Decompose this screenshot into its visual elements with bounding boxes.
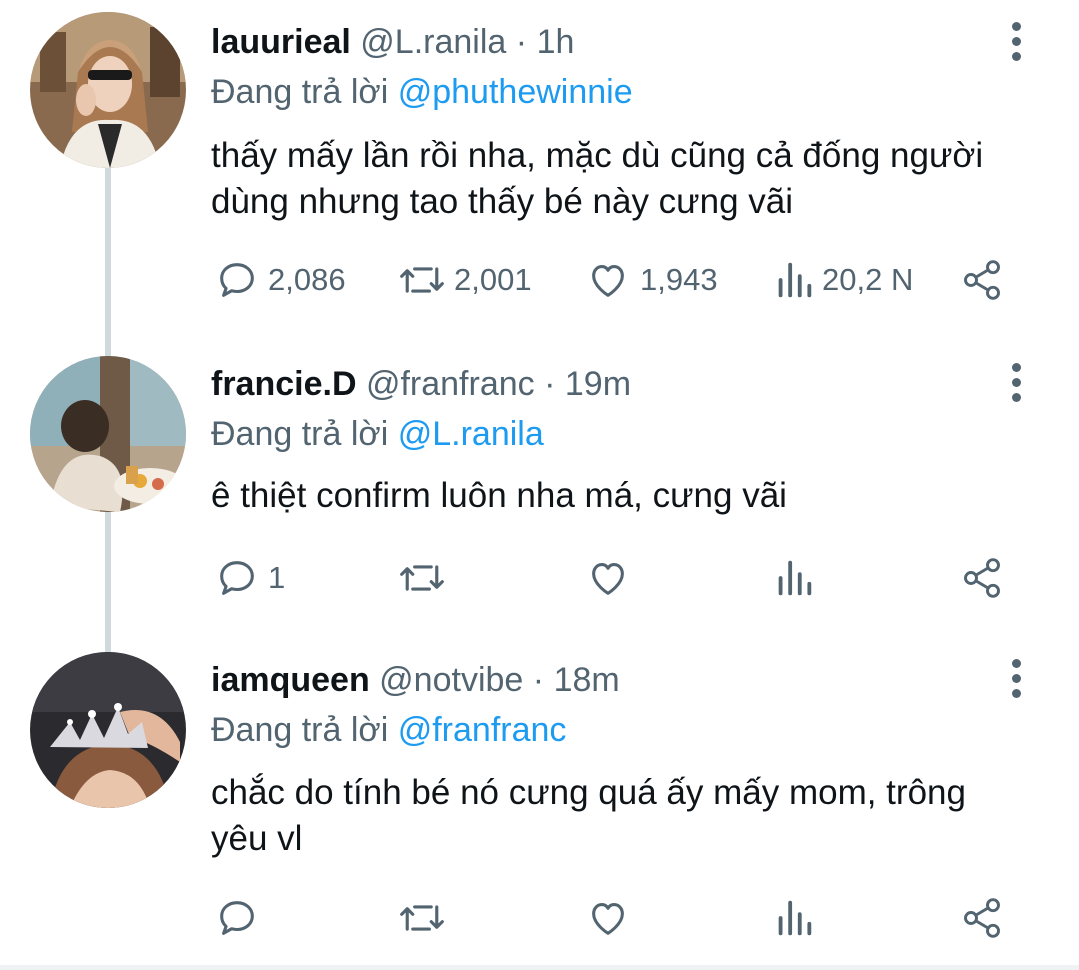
tweet-text-line: dùng nhưng tao thấy bé này cưng vãi xyxy=(211,182,793,221)
reply-mention-link[interactable]: @L.ranila xyxy=(398,415,544,453)
tweet-header: lauurieal @L.ranila · 1h xyxy=(211,22,574,62)
replying-to: Đang trả lời @franfranc xyxy=(211,710,566,750)
tweet-header: francie.D @franfranc · 19m xyxy=(211,364,631,404)
tweet-actions: 1 xyxy=(0,552,1079,604)
tweet-actions: 2,086 2,001 1,943 20,2 N xyxy=(0,254,1079,306)
reply-icon xyxy=(220,263,254,297)
like-button[interactable] xyxy=(584,552,640,604)
share-icon xyxy=(964,558,1000,598)
more-icon xyxy=(1011,658,1021,668)
reply-button[interactable]: 2,086 xyxy=(214,254,346,306)
avatar[interactable] xyxy=(30,12,186,168)
tweet[interactable]: lauurieal @L.ranila · 1h Đang trả lời @p… xyxy=(0,0,1079,330)
views-button[interactable] xyxy=(774,892,822,944)
reply-icon xyxy=(220,561,254,595)
timestamp[interactable]: 18m xyxy=(554,661,620,699)
tweet-text-line: ê thiệt confirm luôn nha má, cưng vãi xyxy=(211,476,787,515)
more-icon xyxy=(1011,21,1021,31)
share-icon xyxy=(964,260,1000,300)
user-handle[interactable]: @L.ranila xyxy=(360,23,506,61)
tweet-text: ê thiệt confirm luôn nha má, cưng vãi xyxy=(211,473,1051,519)
reply-mention-link[interactable]: @phuthewinnie xyxy=(398,73,633,111)
like-button[interactable] xyxy=(584,892,640,944)
more-options-button[interactable] xyxy=(996,16,1036,66)
separator-dot: · xyxy=(515,23,528,61)
share-icon xyxy=(964,898,1000,938)
more-options-button[interactable] xyxy=(996,357,1036,407)
reply-prefix: Đang trả lời xyxy=(211,711,389,749)
tweet-actions xyxy=(0,892,1079,944)
tweet-text: chắc do tính bé nó cưng quá ấy mấy mom, … xyxy=(211,770,1051,862)
like-button[interactable]: 1,943 xyxy=(584,254,718,306)
separator-dot: · xyxy=(544,365,556,403)
display-name[interactable]: francie.D xyxy=(211,365,357,403)
display-name[interactable]: lauurieal xyxy=(211,23,351,61)
like-icon xyxy=(592,903,624,935)
views-icon xyxy=(778,262,812,298)
reply-icon xyxy=(220,901,254,935)
user-handle[interactable]: @notvibe xyxy=(379,661,523,699)
views-icon xyxy=(778,560,812,596)
more-icon xyxy=(1011,362,1021,372)
views-button[interactable] xyxy=(774,552,822,604)
tweet[interactable]: iamqueen @notvibe · 18m Đang trả lời @fr… xyxy=(0,640,1079,965)
like-icon xyxy=(592,265,624,297)
tweet[interactable]: francie.D @franfranc · 19m Đang trả lời … xyxy=(0,330,1079,640)
like-icon xyxy=(592,563,624,595)
timestamp[interactable]: 1h xyxy=(537,23,575,61)
views-count: 20,2 N xyxy=(822,262,914,297)
reply-button[interactable] xyxy=(214,892,268,944)
replying-to: Đang trả lời @phuthewinnie xyxy=(211,72,633,112)
tweet-text-line: yêu vl xyxy=(211,819,303,858)
reply-count: 1 xyxy=(268,560,286,595)
display-name[interactable]: iamqueen xyxy=(211,661,370,699)
user-handle[interactable]: @franfranc xyxy=(366,365,535,403)
share-button[interactable] xyxy=(960,892,1004,944)
share-button[interactable] xyxy=(960,552,1004,604)
tweet-text-line: chắc do tính bé nó cưng quá ấy mấy mom, … xyxy=(211,773,966,812)
views-icon xyxy=(778,900,812,936)
tweet-header: iamqueen @notvibe · 18m xyxy=(211,660,620,700)
retweet-button[interactable]: 2,001 xyxy=(398,254,532,306)
retweet-icon xyxy=(400,905,444,931)
share-button[interactable] xyxy=(960,254,1004,306)
retweet-icon xyxy=(400,267,444,293)
replying-to: Đang trả lời @L.ranila xyxy=(211,414,544,454)
reply-prefix: Đang trả lời xyxy=(211,415,389,453)
reply-prefix: Đang trả lời xyxy=(211,73,389,111)
divider xyxy=(0,965,1079,970)
reply-mention-link[interactable]: @franfranc xyxy=(398,711,567,749)
separator-dot: · xyxy=(532,661,545,699)
retweet-count: 2,001 xyxy=(454,262,532,297)
avatar[interactable] xyxy=(30,652,186,808)
reply-count: 2,086 xyxy=(268,262,346,297)
tweet-text-line: thấy mấy lần rồi nha, mặc dù cũng cả đốn… xyxy=(211,136,984,175)
more-options-button[interactable] xyxy=(996,653,1036,703)
views-button[interactable]: 20,2 N xyxy=(774,254,913,306)
reply-button[interactable]: 1 xyxy=(214,552,285,604)
avatar[interactable] xyxy=(30,356,186,512)
retweet-icon xyxy=(400,565,444,591)
like-count: 1,943 xyxy=(640,262,718,297)
tweet-text: thấy mấy lần rồi nha, mặc dù cũng cả đốn… xyxy=(211,133,1051,225)
retweet-button[interactable] xyxy=(398,552,454,604)
timestamp[interactable]: 19m xyxy=(565,365,631,403)
retweet-button[interactable] xyxy=(398,892,454,944)
